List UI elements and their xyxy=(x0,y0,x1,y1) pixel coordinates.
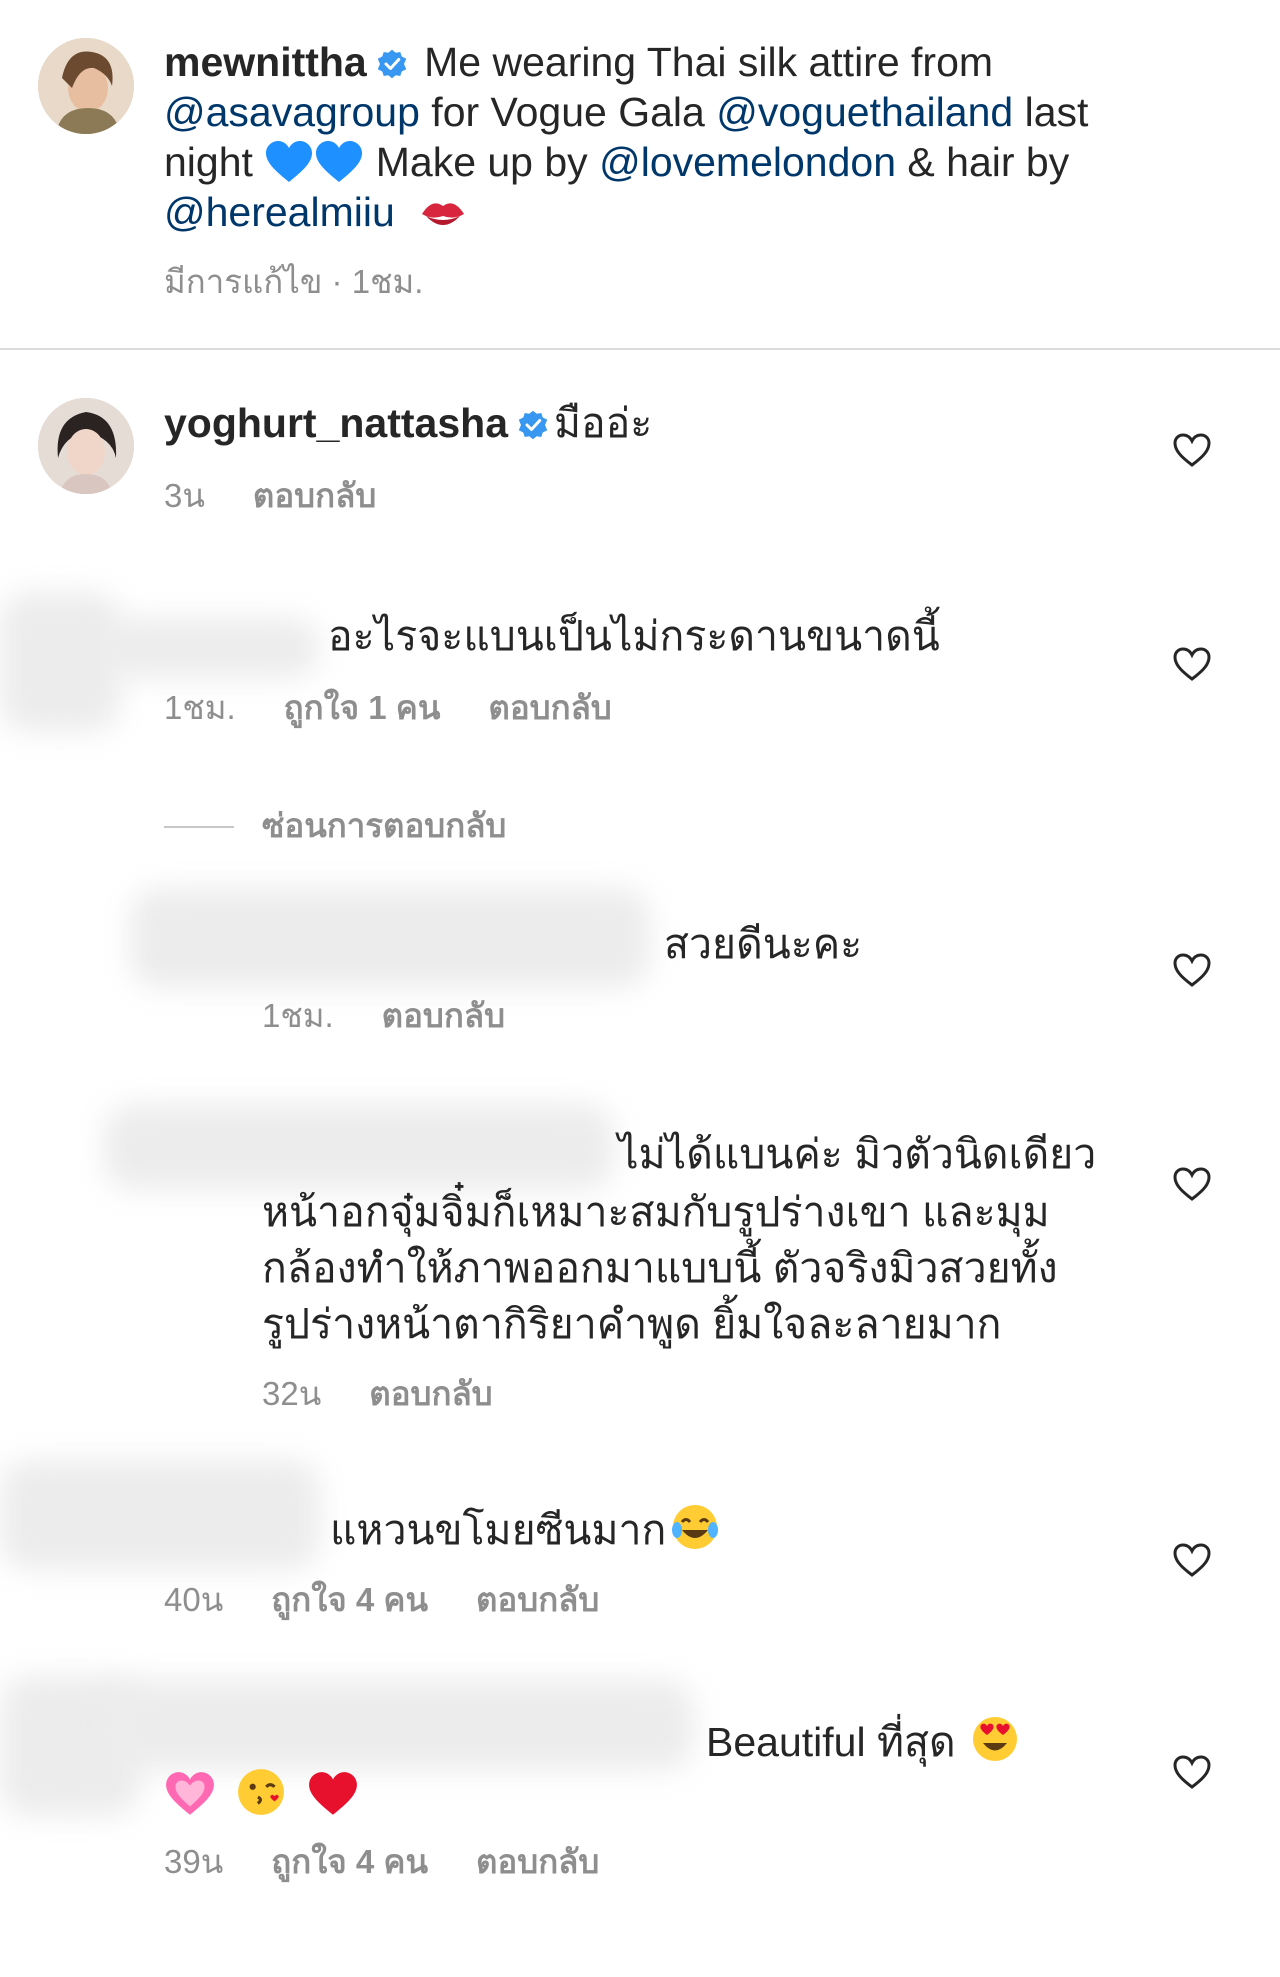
comment-meta: 32น ตอบกลับ xyxy=(262,1374,541,1414)
caption-edited-time: มีการแก้ไข · 1ชม. xyxy=(164,263,424,300)
heart-outline-icon[interactable] xyxy=(1172,432,1212,468)
comment-text-content: แหวนขโมยซีนมาก xyxy=(330,1507,667,1553)
comment-meta: 1ชม. ถูกใจ 1 คน ตอบกลับ xyxy=(164,688,660,728)
comment-meta: 39น ถูกใจ 4 คน ตอบกลับ xyxy=(164,1842,647,1882)
comment-line-2: หน้าอกจุ๋มจิ๋มก็เหมาะสมกับรูปร่างเขา และ… xyxy=(262,1189,1050,1235)
caption-text-5: Make up by xyxy=(375,139,588,185)
heart-outline-icon[interactable] xyxy=(1172,1542,1212,1578)
comment-meta: 1ชม. ตอบกลับ xyxy=(262,996,553,1036)
comment-username[interactable]: yoghurt_nattasha xyxy=(164,400,508,446)
comment-line-1: ไม่ได้แบนค่ะ มิวตัวนิดเดียว xyxy=(618,1131,1097,1177)
comment-text: Beautiful ที่สุด xyxy=(706,1714,1020,1769)
mention-asavagroup[interactable]: @asavagroup xyxy=(164,89,420,135)
caption-text-2: for Vogue Gala xyxy=(431,89,705,135)
comment-time: 32น xyxy=(262,1375,322,1412)
comment-time: 1ชม. xyxy=(164,689,236,726)
blurred-avatar xyxy=(0,1460,320,1570)
comment-text: มืออ่ะ xyxy=(554,400,653,446)
reply-button[interactable]: ตอบกลับ xyxy=(369,1375,492,1412)
caption-line-4: @herealmiiu xyxy=(164,187,468,237)
comment-text: สวยดีนะคะ xyxy=(664,921,863,967)
comment-time: 40น xyxy=(164,1581,224,1618)
reply-button[interactable]: ตอบกลับ xyxy=(382,997,505,1034)
heart-outline-icon[interactable] xyxy=(1172,646,1212,682)
hide-replies-line xyxy=(164,826,234,828)
comment-text-content: Beautiful ที่สุด xyxy=(706,1719,956,1765)
comment-line: yoghurt_nattasha มืออ่ะ xyxy=(164,398,652,448)
blurred-avatar xyxy=(0,592,120,732)
comment-time: 39น xyxy=(164,1843,224,1880)
caption-username[interactable]: mewnittha xyxy=(164,39,367,85)
reply-button[interactable]: ตอบกลับ xyxy=(476,1843,599,1880)
comment-time: 3น xyxy=(164,477,205,514)
comment-avatar[interactable] xyxy=(38,398,134,494)
likes-count[interactable]: ถูกใจ 4 คน xyxy=(271,1581,428,1618)
likes-count[interactable]: ถูกใจ 1 คน xyxy=(284,689,441,726)
likes-count[interactable]: ถูกใจ 4 คน xyxy=(271,1843,428,1880)
caption-line-2: @asavagroup for Vogue Gala @voguethailan… xyxy=(164,87,1088,137)
verified-badge-icon xyxy=(518,410,548,440)
mention-lovemelondon[interactable]: @lovemelondon xyxy=(599,139,896,185)
red-heart-emoji-icon xyxy=(308,1772,357,1815)
comment-line-4: รูปร่างหน้าตากิริยาคำพูด ยิ้มใจละลายมาก xyxy=(262,1301,1002,1347)
blue-heart-emoji-icon xyxy=(316,141,363,182)
caption-text-3: last xyxy=(1024,89,1089,135)
caption-line-1: mewnittha Me wearing Thai silk attire fr… xyxy=(164,37,993,87)
comment-text: แหวนขโมยซีนมาก xyxy=(330,1502,720,1557)
comment-text: อะไรจะแบนเป็นไม่กระดานขนาดนี้ xyxy=(328,613,940,659)
caption-meta: มีการแก้ไข · 1ชม. xyxy=(164,262,471,302)
comment-line-3: กล้องทำให้ภาพออกมาแบบนี้ ตัวจริงมิวสวยทั… xyxy=(262,1245,1058,1291)
hide-replies-button[interactable]: ซ่อนการตอบกลับ xyxy=(262,806,554,846)
blurred-username xyxy=(130,888,650,988)
blurred-username xyxy=(100,618,320,678)
caption-text-1: Me wearing Thai silk attire from xyxy=(424,39,994,85)
caption-avatar[interactable] xyxy=(38,38,134,134)
blue-heart-emoji-icon xyxy=(266,141,313,182)
hide-replies-label[interactable]: ซ่อนการตอบกลับ xyxy=(262,807,506,844)
growing-heart-emoji-icon xyxy=(166,1772,214,1815)
verified-badge-icon xyxy=(377,49,406,79)
blurred-username xyxy=(104,1104,614,1190)
mention-herealmiiu[interactable]: @herealmiiu xyxy=(164,189,395,235)
heart-outline-icon[interactable] xyxy=(1172,1166,1212,1202)
tears-of-joy-emoji-icon xyxy=(672,1505,719,1549)
mention-voguethailand[interactable]: @voguethailand xyxy=(716,89,1013,135)
caption-line-3: night Make up by @lovemelondon & hair by xyxy=(164,137,1069,187)
heart-outline-icon[interactable] xyxy=(1172,1754,1212,1790)
emoji-line xyxy=(164,1766,359,1823)
reply-button[interactable]: ตอบกลับ xyxy=(476,1581,599,1618)
reply-button[interactable]: ตอบกลับ xyxy=(488,689,611,726)
blurred-username xyxy=(104,1680,694,1770)
comment-time: 1ชม. xyxy=(262,997,334,1034)
kissing-face-emoji-icon xyxy=(238,1769,285,1815)
caption-text-4: night xyxy=(164,139,253,185)
caption-text-6: & hair by xyxy=(907,139,1070,185)
kiss-mark-emoji-icon xyxy=(422,203,465,225)
heart-eyes-emoji-icon xyxy=(972,1717,1017,1761)
caption-divider xyxy=(0,348,1280,350)
reply-button[interactable]: ตอบกลับ xyxy=(253,477,376,514)
heart-outline-icon[interactable] xyxy=(1172,952,1212,988)
comment-meta: 40น ถูกใจ 4 คน ตอบกลับ xyxy=(164,1580,647,1620)
comment-meta: 3น ตอบกลับ xyxy=(164,476,424,516)
